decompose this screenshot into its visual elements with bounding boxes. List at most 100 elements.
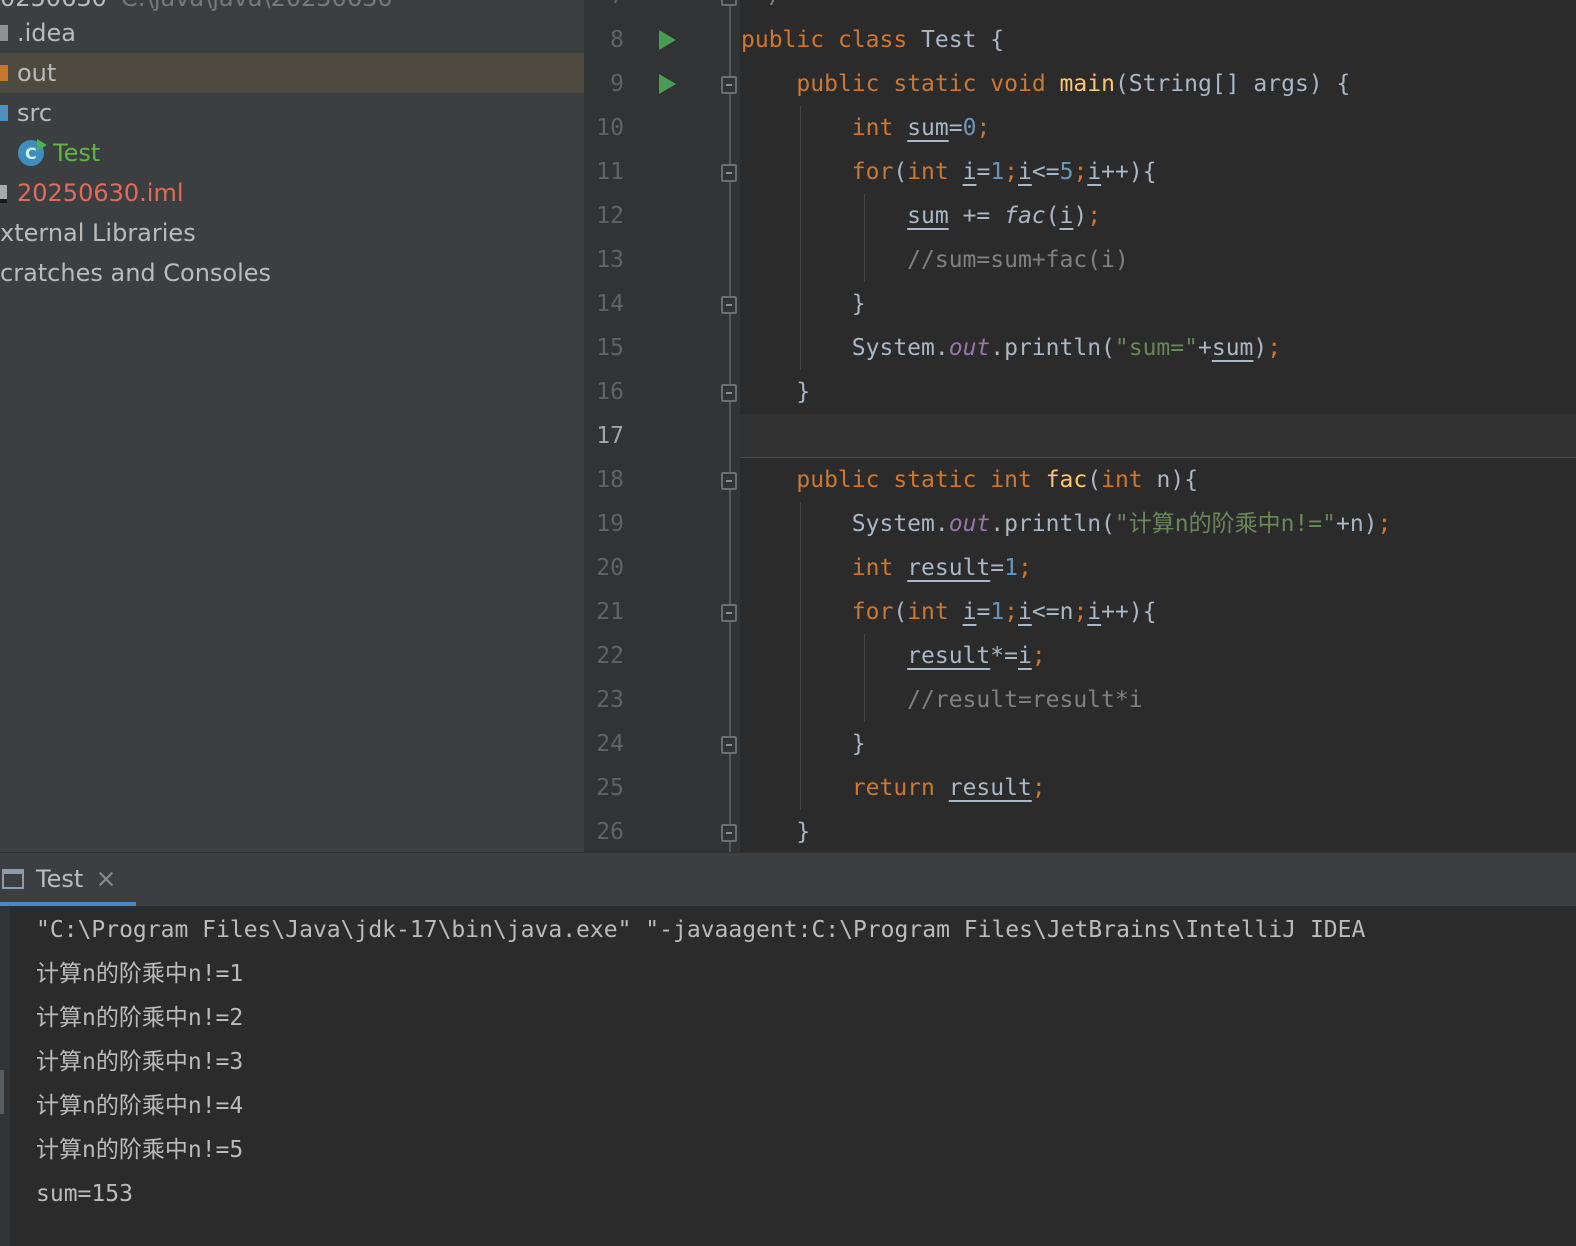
tree-item-test-class[interactable]: Test xyxy=(0,133,584,174)
code-token: ( xyxy=(1087,467,1102,493)
line-number: 22 xyxy=(596,643,624,669)
code-token: ; xyxy=(1267,335,1282,361)
console-line: 计算n的阶乘中n!=4 xyxy=(36,1093,244,1119)
tree-item-label: Test xyxy=(53,139,101,167)
code-token: += xyxy=(948,203,1005,229)
code-text: } xyxy=(741,810,810,852)
line-number: 16 xyxy=(596,379,624,405)
code-token: 5 xyxy=(1059,159,1074,185)
console-icon xyxy=(2,869,24,889)
line-number: 23 xyxy=(596,687,624,713)
code-token: ; xyxy=(1004,599,1019,625)
code-editor[interactable]: 7 */8public class Test {9 public static … xyxy=(584,0,1576,852)
ide-window: 0250630 C:\java\java\20250630 .idea out src… xyxy=(0,0,1576,1246)
code-token: ; xyxy=(1087,203,1102,229)
tree-item-iml[interactable]: 20250630.iml xyxy=(0,173,584,213)
folder-icon xyxy=(0,105,8,121)
code-text: } xyxy=(741,722,866,766)
line-number: 10 xyxy=(596,115,624,141)
code-token: ; xyxy=(1031,775,1046,801)
code-token: ++){ xyxy=(1101,599,1157,625)
code-token: "sum=" xyxy=(1114,335,1198,361)
fold-marker-icon[interactable] xyxy=(721,164,737,182)
console-line: 计算n的阶乘中n!=1 xyxy=(36,961,244,987)
code-text: } xyxy=(741,282,866,326)
code-token: = xyxy=(990,555,1005,581)
code-token: i xyxy=(962,159,977,185)
code-line: 14 } xyxy=(584,282,1576,326)
code-token: ; xyxy=(1377,511,1392,537)
caret-row-highlight xyxy=(740,414,1576,458)
fold-marker-icon[interactable] xyxy=(721,384,737,402)
code-token: .println( xyxy=(990,511,1115,537)
code-token: return xyxy=(851,775,935,801)
tree-item-idea[interactable]: .idea xyxy=(0,13,584,53)
fold-marker-icon[interactable] xyxy=(721,296,737,314)
tab-run-test[interactable]: Test xyxy=(0,853,136,906)
fold-marker-icon[interactable] xyxy=(721,0,737,6)
code-token: ) xyxy=(1073,203,1088,229)
code-token: = xyxy=(976,159,991,185)
tree-item-external-libraries[interactable]: xternal Libraries xyxy=(0,213,584,253)
code-token: + xyxy=(1197,335,1212,361)
code-token: public xyxy=(741,27,825,53)
fold-marker-icon[interactable] xyxy=(721,736,737,754)
code-text: System.out.println("sum="+sum); xyxy=(741,326,1281,370)
code-token: (String[] args) { xyxy=(1114,71,1351,97)
code-token: int xyxy=(990,467,1032,493)
folder-icon xyxy=(0,65,8,81)
fold-marker-icon[interactable] xyxy=(721,604,737,622)
indent-guide xyxy=(864,634,865,722)
code-token: ; xyxy=(1073,159,1088,185)
fold-marker-icon[interactable] xyxy=(721,76,737,94)
tree-item-label: out xyxy=(17,59,57,87)
code-text: public static void main(String[] args) { xyxy=(741,62,1350,106)
code-token: i xyxy=(1059,203,1074,229)
code-token: out xyxy=(948,335,991,361)
fold-marker-icon[interactable] xyxy=(721,472,737,490)
code-line: 24 } xyxy=(584,722,1576,766)
tree-item-scratches[interactable]: cratches and Consoles xyxy=(0,253,584,293)
code-line: 23 //result=result*i xyxy=(584,678,1576,722)
code-line: 10 int sum=0; xyxy=(584,106,1576,150)
run-triangle-icon[interactable] xyxy=(659,30,676,50)
code-token: sum xyxy=(1211,335,1254,361)
console-output[interactable]: "C:\Program Files\Java\jdk-17\bin\java.e… xyxy=(0,906,1576,1246)
tree-item-src[interactable]: src xyxy=(0,93,584,133)
code-token: 1 xyxy=(1004,555,1018,581)
code-token: int xyxy=(1101,467,1143,493)
code-token: result xyxy=(907,555,991,581)
code-line: 22 result*=i; xyxy=(584,634,1576,678)
code-token: 1 xyxy=(990,599,1005,625)
code-token: i xyxy=(1018,159,1032,185)
run-triangle-icon[interactable] xyxy=(659,74,676,94)
code-token: sum xyxy=(907,115,949,141)
code-line: 21 for(int i=1;i<=n;i++){ xyxy=(584,590,1576,634)
code-token: "计算n的阶乘中n!=" xyxy=(1114,511,1336,537)
code-token: result xyxy=(948,775,1032,801)
run-tab-label: Test xyxy=(36,865,84,893)
code-token: ) xyxy=(1253,335,1268,361)
tree-item-out[interactable]: out xyxy=(0,53,584,93)
code-line: 12 sum += fac(i); xyxy=(584,194,1576,238)
code-token: ; xyxy=(1018,555,1032,581)
close-icon[interactable] xyxy=(96,869,116,889)
code-token: static xyxy=(893,467,977,493)
code-token: <= xyxy=(1031,159,1060,185)
code-line: 8 public class Test { xyxy=(584,18,1576,62)
code-token: int xyxy=(851,555,894,581)
code-line: 15 System.out.println("sum="+sum); xyxy=(584,326,1576,370)
code-token: i xyxy=(1017,643,1032,669)
fold-marker-icon[interactable] xyxy=(721,824,737,842)
